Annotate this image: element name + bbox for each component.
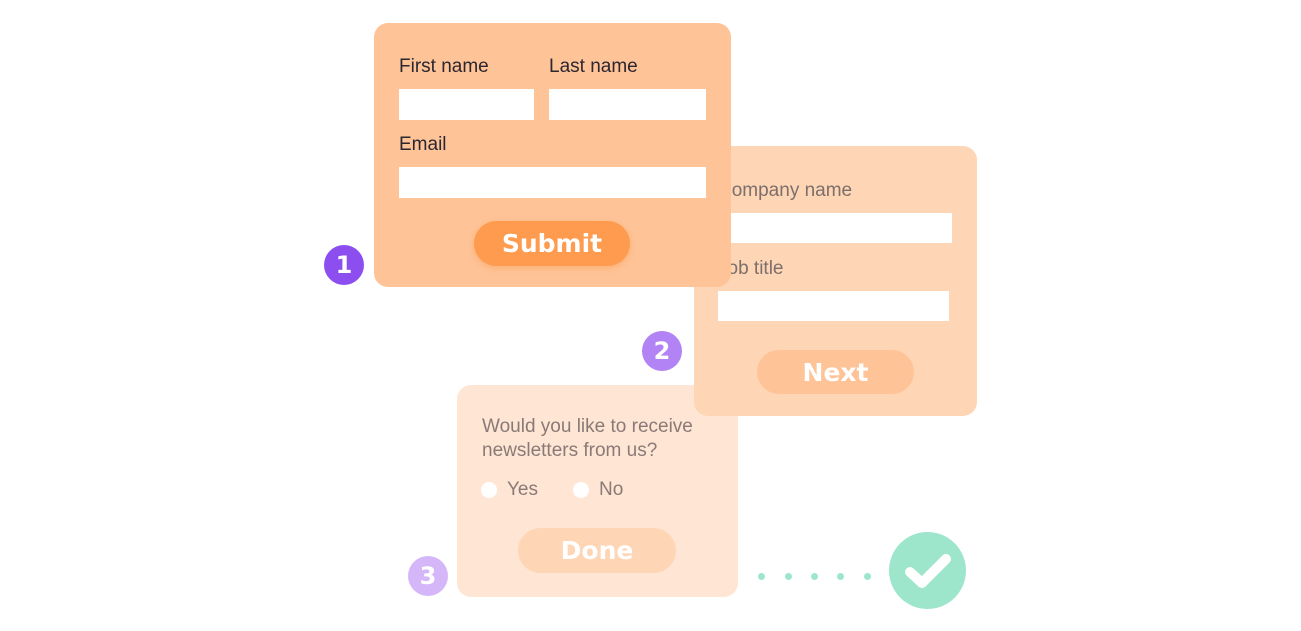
first-name-label: First name bbox=[399, 56, 489, 77]
step2-badge: 2 bbox=[642, 331, 682, 371]
progress-dot bbox=[758, 573, 765, 580]
email-input[interactable] bbox=[399, 167, 706, 198]
radio-yes-label: Yes bbox=[507, 479, 538, 500]
radio-yes[interactable] bbox=[481, 482, 497, 498]
company-name-input[interactable] bbox=[718, 213, 952, 243]
company-name-label: Company name bbox=[718, 180, 853, 201]
progress-dot bbox=[785, 573, 792, 580]
step3-badge: 3 bbox=[408, 556, 448, 596]
progress-dot bbox=[864, 573, 871, 580]
submit-button[interactable]: Submit bbox=[474, 221, 630, 266]
radio-no-label: No bbox=[599, 479, 624, 500]
step1-card: First name Last name Email Submit bbox=[374, 23, 731, 287]
first-name-input[interactable] bbox=[399, 89, 534, 120]
last-name-input[interactable] bbox=[549, 89, 706, 120]
radio-no[interactable] bbox=[573, 482, 589, 498]
next-button[interactable]: Next bbox=[757, 350, 914, 394]
checkmark-icon bbox=[904, 553, 951, 588]
newsletter-question: Would you like to receive newsletters fr… bbox=[482, 416, 693, 461]
progress-dot bbox=[811, 573, 818, 580]
job-title-input[interactable] bbox=[718, 291, 949, 321]
success-badge bbox=[889, 532, 966, 609]
done-button[interactable]: Done bbox=[518, 528, 676, 573]
step3-card: Would you like to receive newsletters fr… bbox=[457, 385, 738, 597]
last-name-label: Last name bbox=[549, 56, 638, 77]
step1-badge: 1 bbox=[324, 245, 364, 285]
step2-card: Company name Job title Next bbox=[694, 146, 977, 416]
email-label: Email bbox=[399, 134, 447, 155]
progress-dot bbox=[837, 573, 844, 580]
